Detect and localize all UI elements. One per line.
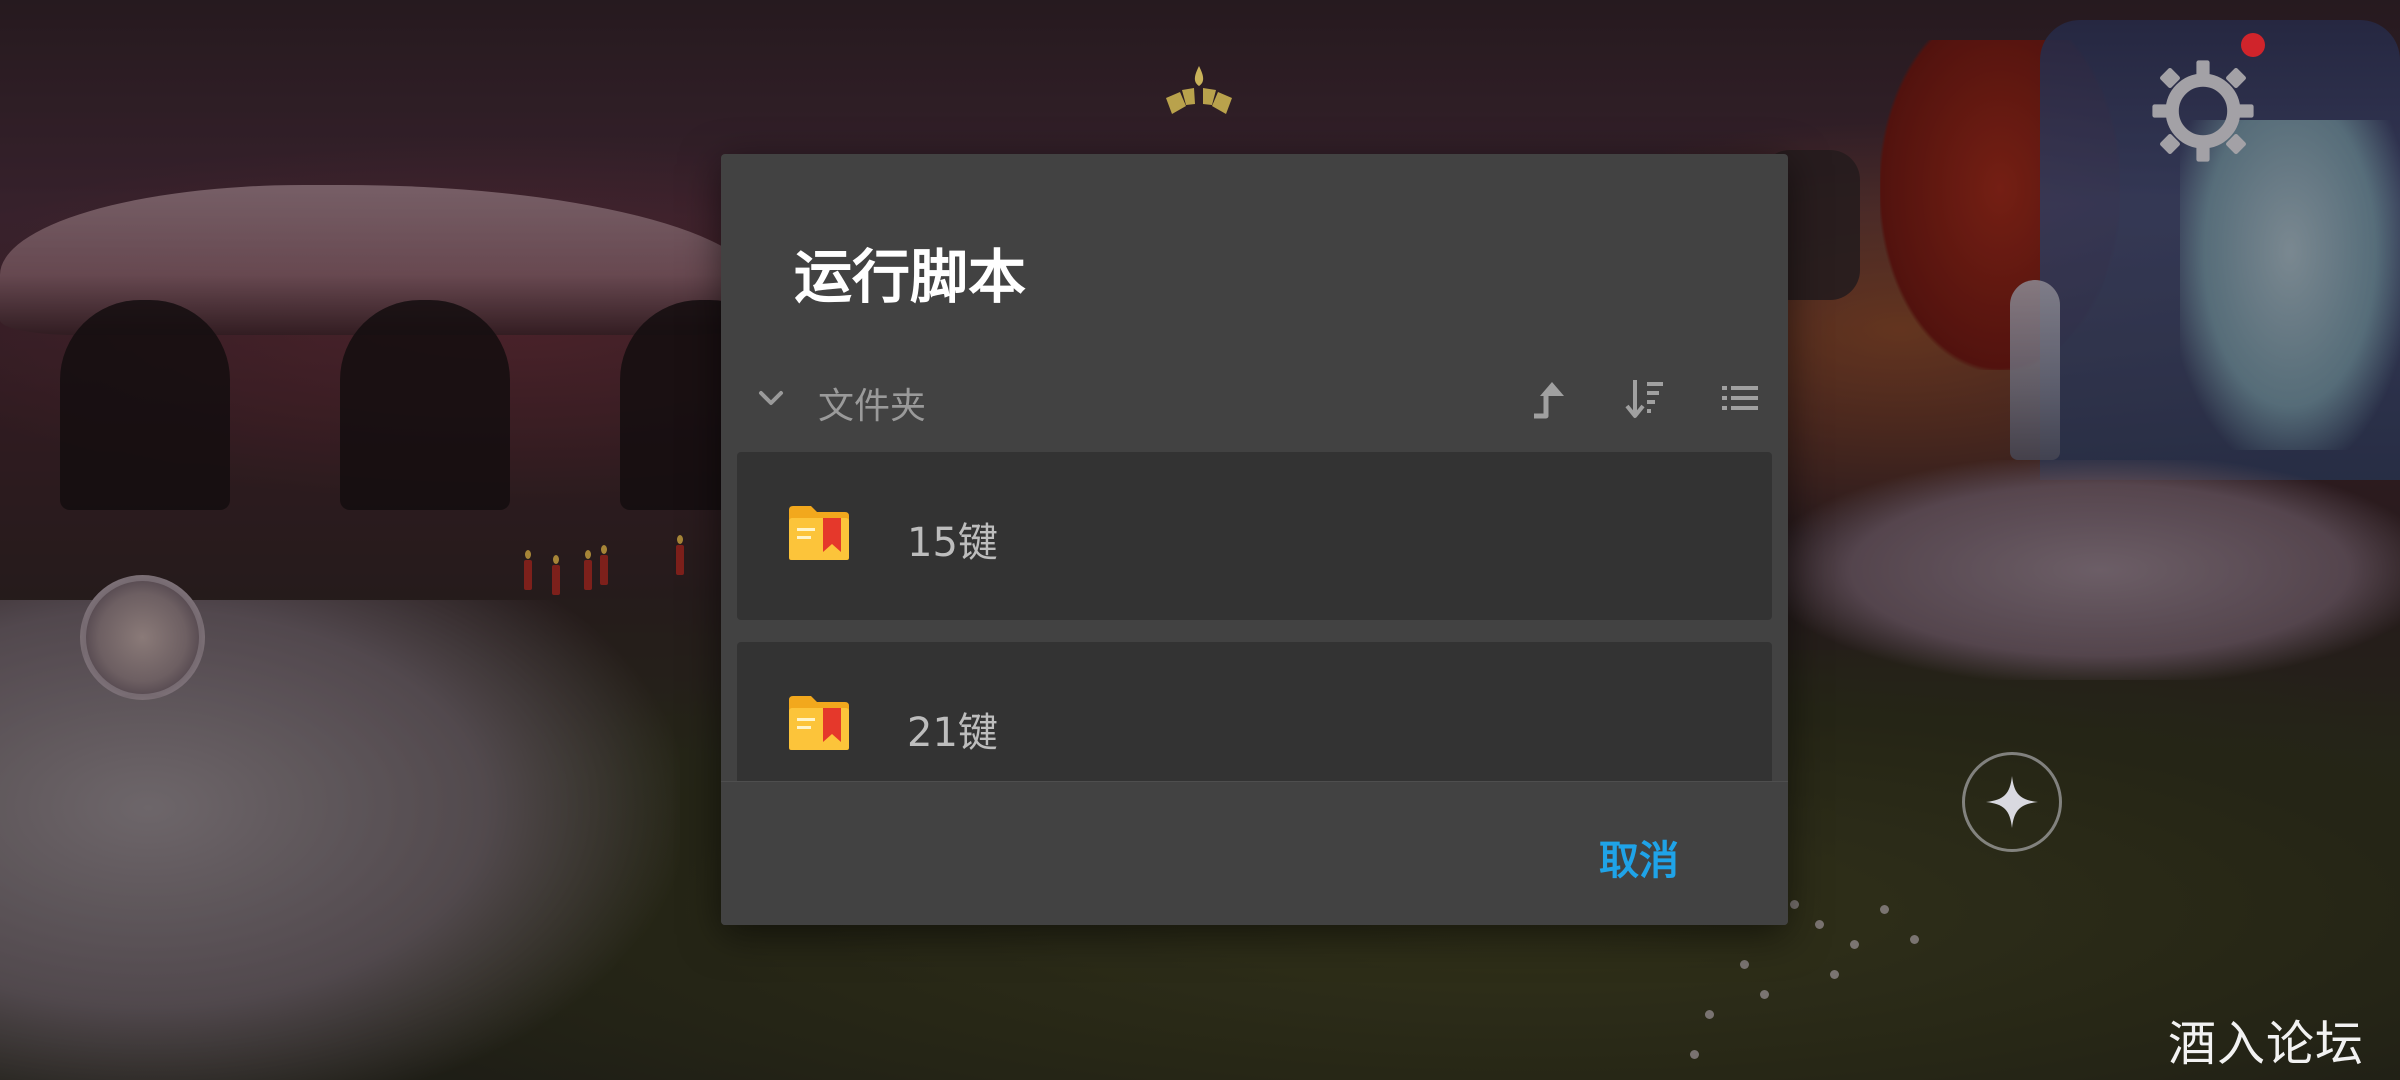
avatar[interactable] — [80, 575, 205, 700]
dialog-title: 运行脚本 — [794, 243, 1027, 311]
sort-icon[interactable] — [1621, 374, 1669, 422]
folder-name: 21键 — [907, 710, 998, 756]
chevron-down-icon[interactable] — [751, 378, 791, 418]
dialog-actions: 取消 — [721, 781, 1788, 925]
run-script-dialog: 运行脚本 文件夹 15键 21键 取消 — [721, 154, 1788, 925]
go-up-icon[interactable] — [1526, 374, 1574, 422]
folder-name: 15键 — [907, 520, 998, 566]
watermark: 酒入论坛 — [2168, 1016, 2365, 1072]
list-item[interactable]: 15键 — [737, 452, 1772, 620]
candle-fan-icon[interactable] — [1160, 62, 1238, 128]
list-view-icon[interactable] — [1716, 374, 1764, 422]
notification-dot — [2241, 33, 2265, 57]
folder-icon — [789, 696, 849, 750]
folder-icon — [789, 506, 849, 560]
cancel-button[interactable]: 取消 — [1579, 818, 1699, 896]
folder-toolbar: 文件夹 — [721, 362, 1788, 442]
settings-gear-icon[interactable] — [2148, 56, 2258, 166]
star-emote-button[interactable] — [1962, 752, 2062, 852]
sparkle-star-icon — [1986, 776, 2038, 828]
folder-label[interactable]: 文件夹 — [818, 377, 926, 429]
